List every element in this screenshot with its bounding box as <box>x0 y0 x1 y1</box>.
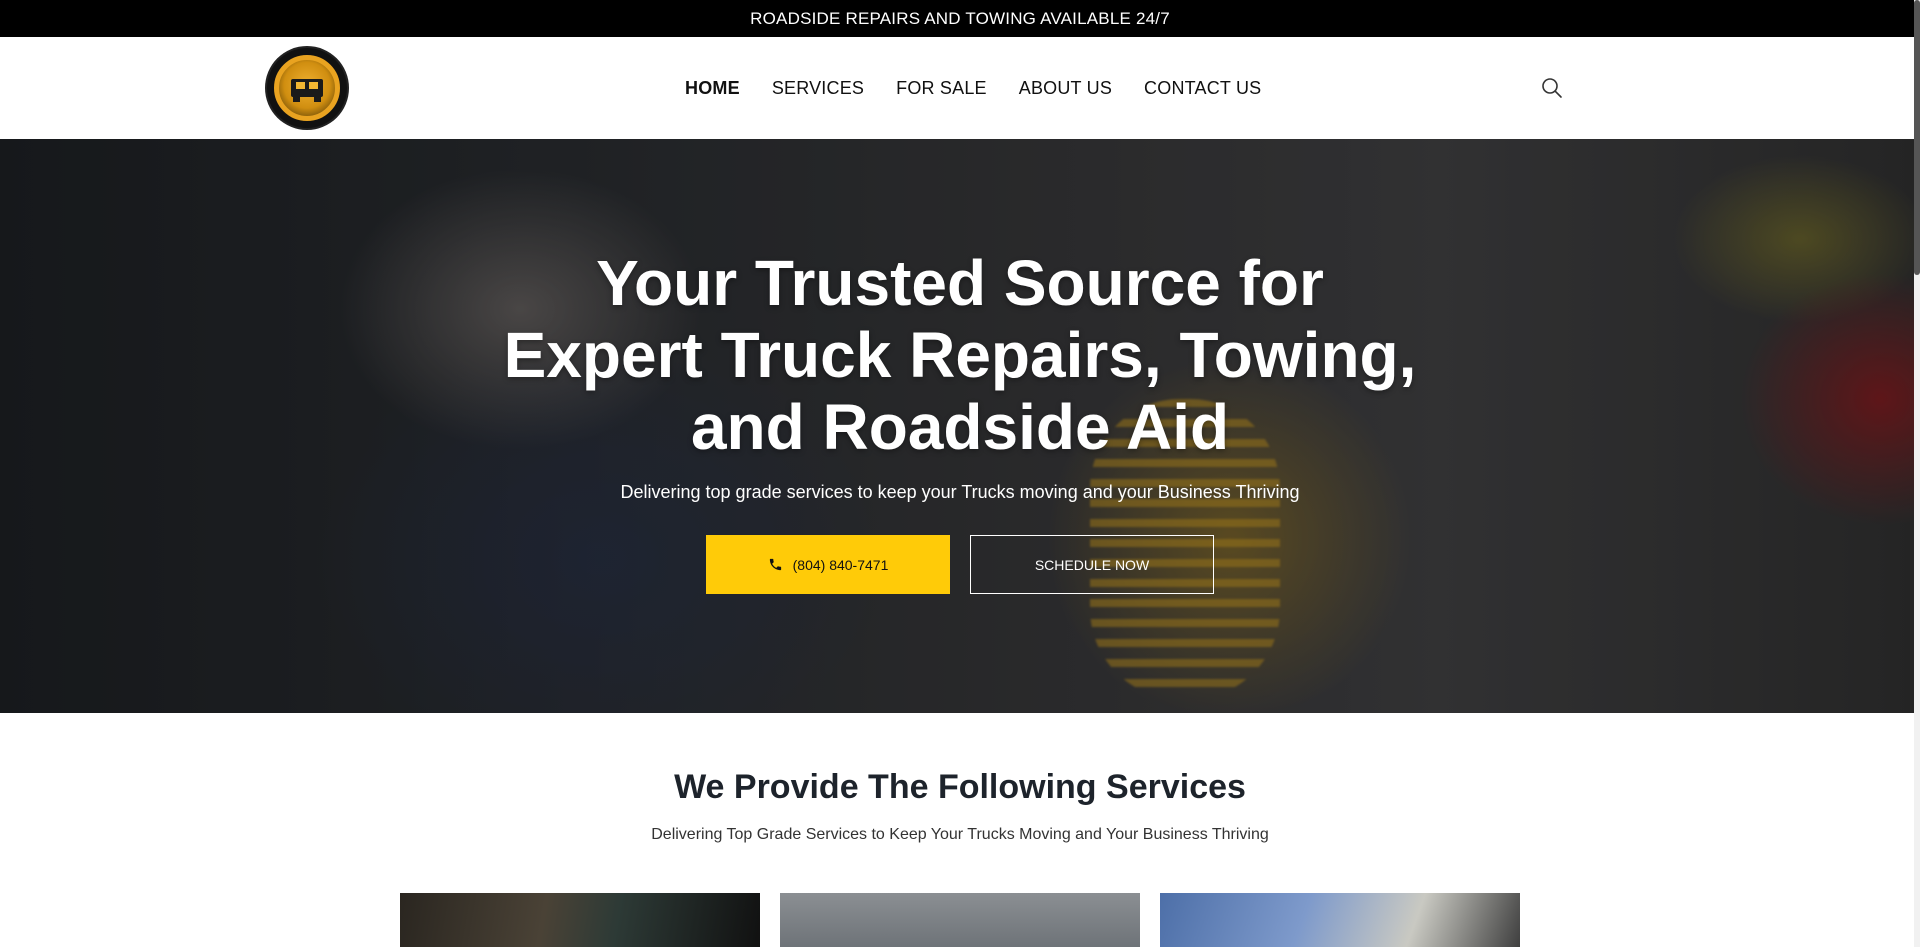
truck-logo-icon <box>291 79 323 102</box>
hero-title-line-2: Expert Truck Repairs, Towing, <box>503 319 1417 391</box>
call-phone-button[interactable]: (804) 840-7471 <box>706 535 950 594</box>
page-scrollbar[interactable] <box>1914 0 1920 947</box>
call-button-label: (804) 840-7471 <box>792 556 889 573</box>
site-header: HOME SERVICES FOR SALE ABOUT US CONTACT … <box>0 37 1920 140</box>
phone-icon <box>769 558 781 571</box>
services-subheading: Delivering Top Grade Services to Keep Yo… <box>651 826 1269 843</box>
nav-services[interactable]: SERVICES <box>772 78 864 99</box>
scrollbar-thumb[interactable] <box>1914 0 1920 275</box>
hero-title-line-1: Your Trusted Source for <box>596 247 1324 319</box>
announcement-text: ROADSIDE REPAIRS AND TOWING AVAILABLE 24… <box>750 8 1170 28</box>
schedule-button-label: SCHEDULE NOW <box>1034 556 1150 573</box>
hero-title-line-3: and Roadside Aid <box>690 391 1230 463</box>
services-heading: We Provide The Following Services <box>674 768 1246 806</box>
schedule-now-button[interactable]: SCHEDULE NOW <box>970 535 1214 594</box>
nav-home[interactable]: HOME <box>685 78 740 99</box>
service-card-image[interactable] <box>780 893 1140 947</box>
service-card-image[interactable] <box>400 893 760 947</box>
search-icon[interactable] <box>1540 76 1564 100</box>
nav-contact-us[interactable]: CONTACT US <box>1144 78 1261 99</box>
service-card-image[interactable] <box>1160 893 1520 947</box>
hero-section: Your Trusted Source for Expert Truck Rep… <box>0 139 1920 713</box>
nav-about-us[interactable]: ABOUT US <box>1019 78 1112 99</box>
main-nav: HOME SERVICES FOR SALE ABOUT US CONTACT … <box>685 37 1293 139</box>
nav-for-sale[interactable]: FOR SALE <box>896 78 987 99</box>
hero-subtitle: Delivering top grade services to keep yo… <box>620 482 1300 502</box>
announcement-bar: ROADSIDE REPAIRS AND TOWING AVAILABLE 24… <box>0 0 1920 37</box>
logo[interactable] <box>267 48 347 128</box>
hero-title: Your Trusted Source for Expert Truck Rep… <box>460 247 1460 463</box>
logo-badge <box>274 55 340 121</box>
